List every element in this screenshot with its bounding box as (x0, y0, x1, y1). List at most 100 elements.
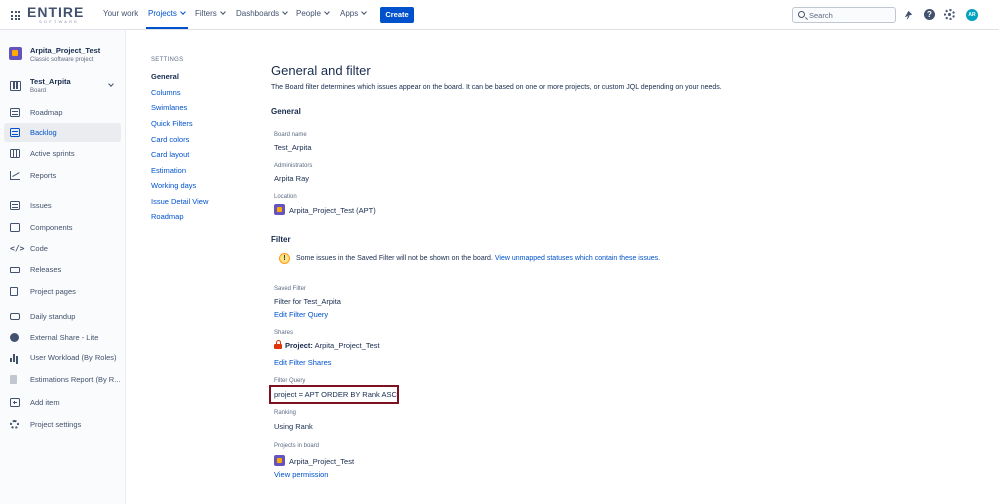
nav-your-work-label: Your work (103, 9, 139, 18)
warning-icon: ! (279, 253, 290, 264)
sidebar-item-code[interactable]: </> Code (4, 239, 121, 258)
notifications-icon[interactable] (903, 9, 914, 20)
top-navigation: ENTIRE SOFTWARE Your work Projects Filte… (0, 0, 999, 30)
sidebar-project-type: Classic software project (30, 57, 94, 63)
nav-dashboards[interactable]: Dashboards (236, 9, 288, 18)
sidebar-item-label: Issues (30, 201, 52, 210)
saved-filter-value: Filter for Test_Arpita (274, 297, 341, 306)
sidebar-item-project-pages[interactable]: Project pages (4, 282, 121, 301)
chevron-down-icon[interactable] (108, 81, 114, 87)
sidebar-item-backlog[interactable]: Backlog (4, 123, 121, 142)
filter-warning: Some issues in the Saved Filter will not… (296, 255, 660, 262)
administrators-value: Arpita Ray (274, 174, 310, 183)
board-selector-name[interactable]: Test_Arpita (30, 77, 71, 86)
settings-item-columns[interactable]: Columns (151, 88, 181, 97)
chevron-down-icon (361, 9, 368, 15)
project-settings-icon (10, 420, 19, 429)
view-unmapped-statuses-link[interactable]: View unmapped statuses which contain the… (495, 255, 660, 262)
sidebar-project-name[interactable]: Arpita_Project_Test (30, 46, 100, 55)
administrators-label: Administrators (274, 163, 313, 169)
sidebar-item-issues[interactable]: Issues (4, 196, 121, 215)
avatar[interactable]: AR (966, 9, 978, 21)
shares-project-name: Arpita_Project_Test (314, 341, 380, 350)
settings-item-card-layout[interactable]: Card layout (151, 150, 189, 159)
edit-filter-shares-link[interactable]: Edit Filter Shares (274, 358, 332, 367)
sidebar-item-add-item[interactable]: Add item (4, 393, 121, 412)
daily-standup-icon (10, 313, 20, 320)
sidebar-item-label: Daily standup (30, 312, 76, 321)
logo-wordmark: ENTIRE (27, 4, 85, 20)
sidebar-item-label: Components (30, 223, 73, 232)
code-icon: </> (10, 244, 25, 253)
add-item-icon (10, 398, 20, 407)
sidebar-item-label: Active sprints (30, 149, 75, 158)
help-icon[interactable]: ? (924, 9, 935, 20)
nav-dashboards-label: Dashboards (236, 9, 280, 18)
active-nav-indicator (146, 27, 188, 29)
shares-prefix: Project: (285, 341, 313, 350)
sidebar-item-label: Reports (30, 171, 57, 180)
sidebar-item-user-workload[interactable]: User Workload (By Roles) (4, 348, 121, 367)
sidebar-item-label: Code (30, 244, 48, 253)
settings-item-swimlanes[interactable]: Swimlanes (151, 103, 187, 112)
sidebar-item-label: Backlog (30, 128, 57, 137)
nav-people[interactable]: People (296, 9, 330, 18)
settings-item-roadmap[interactable]: Roadmap (151, 212, 184, 221)
sidebar-item-reports[interactable]: Reports (4, 166, 121, 185)
settings-item-card-colors[interactable]: Card colors (151, 135, 189, 144)
chevron-down-icon (282, 9, 288, 15)
settings-item-estimation[interactable]: Estimation (151, 166, 186, 175)
settings-item-working-days[interactable]: Working days (151, 181, 196, 190)
nav-apps-label: Apps (340, 9, 359, 18)
saved-filter-label: Saved Filter (274, 286, 307, 292)
lock-icon (274, 340, 282, 349)
board-name-label: Board name (274, 132, 307, 138)
nav-filters-label: Filters (195, 9, 217, 18)
user-workload-icon (10, 353, 20, 362)
settings-item-issue-detail-view[interactable]: Issue Detail View (151, 197, 208, 206)
sidebar-item-project-settings[interactable]: Project settings (4, 415, 121, 434)
project-sidebar: Arpita_Project_Test Classic software pro… (0, 30, 126, 504)
sidebar-item-label: User Workload (By Roles) (30, 353, 117, 362)
sidebar-item-releases[interactable]: Releases (4, 260, 121, 279)
search-box[interactable] (792, 7, 896, 23)
sidebar-item-roadmap[interactable]: Roadmap (4, 103, 121, 122)
sidebar-item-label: Estimations Report (By R... (30, 375, 121, 384)
search-input[interactable] (809, 9, 893, 21)
nav-your-work[interactable]: Your work (103, 9, 138, 18)
components-icon (10, 223, 20, 232)
settings-item-general[interactable]: General (151, 72, 179, 81)
issues-icon (10, 201, 20, 210)
nav-projects[interactable]: Projects (148, 9, 186, 18)
chevron-down-icon (180, 9, 186, 15)
entire-software-logo[interactable]: ENTIRE SOFTWARE (27, 5, 87, 25)
nav-projects-label: Projects (148, 9, 177, 18)
filter-heading: Filter (271, 235, 291, 244)
project-avatar-icon[interactable] (9, 47, 22, 60)
page-title: General and filter (271, 63, 371, 78)
app-switcher-icon[interactable] (11, 11, 20, 20)
sidebar-item-label: Releases (30, 265, 62, 274)
external-share-icon (10, 333, 19, 342)
edit-filter-query-link[interactable]: Edit Filter Query (274, 310, 328, 319)
project-pages-icon (10, 287, 18, 296)
nav-filters[interactable]: Filters (195, 9, 226, 18)
board-name-value: Test_Arpita (274, 143, 312, 152)
active-sprints-icon (10, 149, 20, 158)
sidebar-item-active-sprints[interactable]: Active sprints (4, 144, 121, 163)
estimations-report-icon (10, 375, 17, 384)
view-permission-link[interactable]: View permission (274, 470, 328, 479)
sidebar-item-components[interactable]: Components (4, 218, 121, 237)
releases-icon (10, 267, 20, 273)
shares-value: Project: Arpita_Project_Test (285, 341, 380, 350)
sidebar-item-daily-standup[interactable]: Daily standup (4, 307, 121, 326)
nav-apps[interactable]: Apps (340, 9, 368, 18)
gear-icon[interactable] (944, 9, 955, 20)
shares-label: Shares (274, 330, 294, 336)
sidebar-item-estimations-report[interactable]: Estimations Report (By R... (4, 370, 121, 389)
settings-item-quick-filters[interactable]: Quick Filters (151, 119, 193, 128)
create-button[interactable]: Create (380, 7, 414, 23)
page-description: The Board filter determines which issues… (271, 84, 722, 91)
sidebar-item-external-share[interactable]: External Share - Lite (4, 328, 121, 347)
backlog-icon (10, 128, 20, 137)
